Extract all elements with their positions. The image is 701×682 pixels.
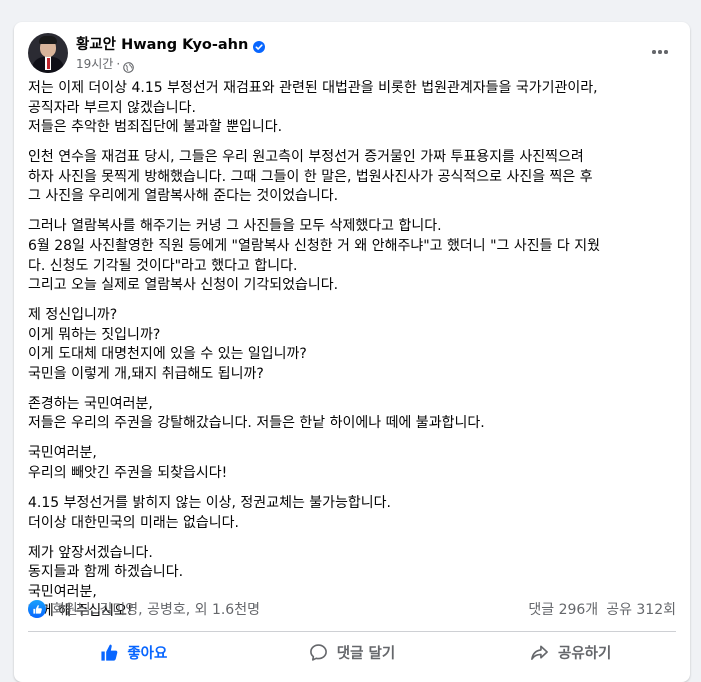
post-line: 인천 연수을 재검표 당시, 그들은 우리 원고측이 부정선거 증거물인 가짜 … xyxy=(28,149,584,166)
post-line: 저들은 추악한 범죄집단에 불과할 뿐입니다. xyxy=(28,119,283,136)
post-line: 하자 사진을 못찍게 방해했습니다. 그때 그들이 한 말은, 법원사진사가 공… xyxy=(28,168,593,185)
globe-icon[interactable] xyxy=(123,58,135,73)
post-paragraph: 그러나 열람복사를 해주기는 커녕 그 사진들을 모두 삭제했다고 합니다. 6… xyxy=(28,217,678,295)
comment-count[interactable]: 댓글 296개 xyxy=(528,599,598,619)
post-line: 그러나 열람복사를 해주기는 커녕 그 사진들을 모두 삭제했다고 합니다. xyxy=(28,218,442,235)
post-line: 그 사진을 우리에게 열람복사해 준다는 것이었습니다. xyxy=(28,188,339,205)
comment-button[interactable]: 댓글 달기 xyxy=(243,635,462,669)
post-line: 이게 도대체 대명천지에 있을 수 있는 일입니까? xyxy=(28,346,307,363)
post-line: 우리의 빼앗긴 주권을 되찾읍시다! xyxy=(28,465,228,482)
post-line: 저는 이제 더이상 4.15 부정선거 재검표와 관련된 대법관을 비롯한 법원… xyxy=(28,80,598,96)
post-paragraph: 4.15 부정선거를 밝히지 않는 이상, 정권교체는 불가능합니다. 더이상 … xyxy=(28,494,678,533)
share-count[interactable]: 공유 312회 xyxy=(606,599,676,619)
avatar[interactable] xyxy=(28,33,68,73)
reaction-names[interactable]: 회원님, 김미영, 공병호, 외 1.6천명 xyxy=(52,599,260,619)
verified-badge-icon xyxy=(253,38,266,53)
post-line: 국민을 이렇게 개,돼지 취급해도 됩니까? xyxy=(28,365,264,382)
thumbs-up-icon xyxy=(99,642,119,662)
author-block: 황교안 Hwang Kyo-ahn 19시간 · xyxy=(76,33,266,73)
post-line: 존경하는 국민여러분, xyxy=(28,395,153,412)
like-reaction-icon xyxy=(28,600,46,618)
comment-icon xyxy=(309,642,329,662)
post-line: 이게 뭐하는 짓입니까? xyxy=(28,326,161,343)
post-line: 다. 신청도 기각될 것이다"라고 했다고 합니다. xyxy=(28,257,298,274)
post-body: 저는 이제 더이상 4.15 부정선거 재검표와 관련된 대법관을 비롯한 법원… xyxy=(28,79,678,632)
post-line: 4.15 부정선거를 밝히지 않는 이상, 정권교체는 불가능합니다. xyxy=(28,495,392,512)
meta-separator: · xyxy=(116,56,121,71)
post-line: 6월 28일 사진촬영한 직원 등에게 "열람복사 신청한 거 왜 안해주냐"고… xyxy=(28,237,601,254)
post-paragraph: 인천 연수을 재검표 당시, 그들은 우리 원고측이 부정선거 증거물인 가짜 … xyxy=(28,148,678,207)
engagement-counts: 댓글 296개 공유 312회 xyxy=(528,599,676,619)
post-line: 더이상 대한민국의 미래는 없습니다. xyxy=(28,514,239,531)
post-paragraph: 존경하는 국민여러분, 저들은 우리의 주권을 강탈해갔습니다. 저들은 한낱 … xyxy=(28,395,678,434)
post-line: 그리고 오늘 실제로 열람복사 신청이 기각되었습니다. xyxy=(28,277,339,294)
author-name[interactable]: 황교안 Hwang Kyo-ahn xyxy=(76,33,248,54)
post-line: 국민여러분, xyxy=(28,445,97,462)
like-label: 좋아요 xyxy=(127,645,168,662)
post-paragraph: 제 정신입니까? 이게 뭐하는 짓입니까? 이게 도대체 대명천지에 있을 수 … xyxy=(28,306,678,384)
post-line: 저들은 우리의 주권을 강탈해갔습니다. 저들은 한낱 하이에나 떼에 불과합니… xyxy=(28,415,485,432)
divider xyxy=(28,631,676,632)
share-button[interactable]: 공유하기 xyxy=(461,635,680,669)
reactions-bar: 회원님, 김미영, 공병호, 외 1.6천명 댓글 296개 공유 312회 xyxy=(28,597,676,621)
share-label: 공유하기 xyxy=(557,645,612,662)
post-paragraph: 국민여러분, 우리의 빼앗긴 주권을 되찾읍시다! xyxy=(28,444,678,483)
share-icon xyxy=(530,642,550,662)
post-card: 황교안 Hwang Kyo-ahn 19시간 · 저는 이제 더이상 4.15 … xyxy=(14,22,690,682)
post-header: 황교안 Hwang Kyo-ahn 19시간 · xyxy=(28,33,266,73)
post-line: 공직자라 부르지 않겠습니다. xyxy=(28,99,196,116)
post-timestamp[interactable]: 19시간 xyxy=(76,55,113,72)
post-line: 동지들과 함께 하겠습니다. xyxy=(28,564,184,581)
post-line: 제 정신입니까? xyxy=(28,307,118,324)
comment-label: 댓글 달기 xyxy=(336,645,396,662)
more-options-icon[interactable] xyxy=(650,42,670,62)
like-button[interactable]: 좋아요 xyxy=(24,635,243,669)
action-bar: 좋아요 댓글 달기 공유하기 xyxy=(24,635,680,669)
reaction-summary[interactable]: 회원님, 김미영, 공병호, 외 1.6천명 xyxy=(28,599,260,619)
post-paragraph: 저는 이제 더이상 4.15 부정선거 재검표와 관련된 대법관을 비롯한 법원… xyxy=(28,79,678,138)
post-line: 제가 앞장서겠습니다. xyxy=(28,544,153,561)
